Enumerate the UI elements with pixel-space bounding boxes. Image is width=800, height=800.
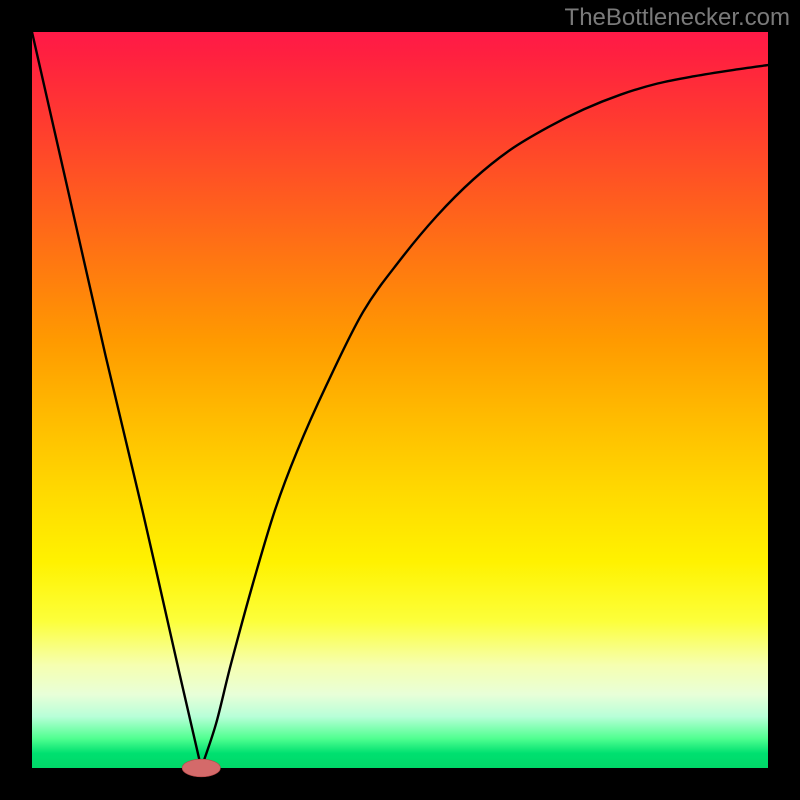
min-marker [182,759,220,777]
chart-svg [32,32,768,768]
bottleneck-curve [32,32,768,768]
watermark-text: TheBottlenecker.com [565,4,790,32]
plot-area [32,32,768,768]
chart-frame: TheBottlenecker.com [0,0,800,800]
